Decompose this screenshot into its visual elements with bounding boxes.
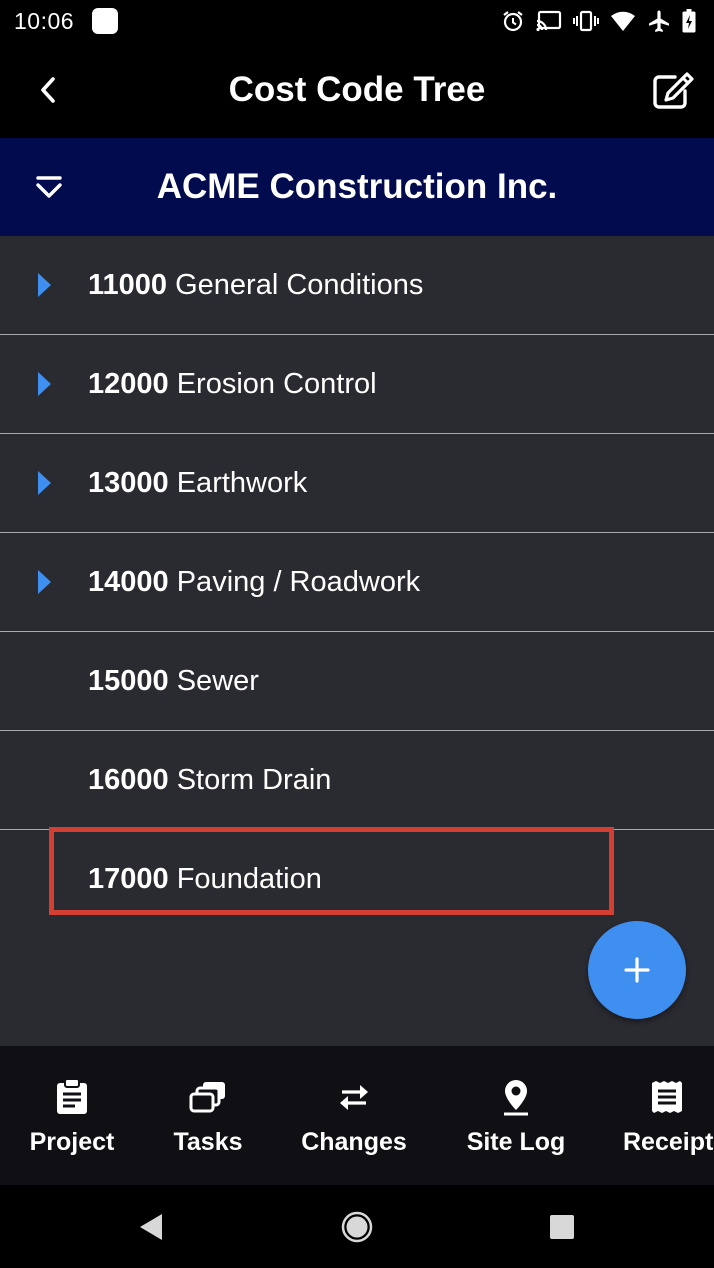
cost-code-text: 13000 Earthwork <box>88 467 307 500</box>
system-recents-button[interactable] <box>542 1209 582 1245</box>
cost-code-text: 16000 Storm Drain <box>88 764 331 797</box>
notification-square-icon <box>92 8 119 34</box>
edit-icon <box>653 72 694 109</box>
list-item[interactable]: 12000 Erosion Control <box>0 335 714 434</box>
home-circle-icon <box>341 1211 373 1243</box>
cost-code-name: Earthwork <box>176 466 308 499</box>
alarm-icon <box>503 11 523 32</box>
cost-code-text: 15000 Sewer <box>88 665 259 698</box>
cost-code-name: Foundation <box>176 863 322 895</box>
cost-code-name: Paving / Roadwork <box>176 565 421 598</box>
clipboard-icon <box>57 1079 87 1114</box>
status-bar: 10:06 <box>0 0 714 42</box>
nav-label: Receipt <box>623 1128 714 1156</box>
cost-code-list: 11000 General Conditions 12000 Erosion C… <box>0 236 714 929</box>
tasks-icon <box>189 1082 225 1113</box>
cost-code-name: Erosion Control <box>176 367 377 400</box>
cast-icon <box>536 10 562 32</box>
expand-arrow-icon[interactable] <box>36 569 52 595</box>
expand-arrow-icon[interactable] <box>36 371 52 397</box>
bottom-nav: Project Tasks Changes Site Log Receipt <box>0 1046 714 1185</box>
nav-label: Changes <box>301 1128 407 1156</box>
back-button[interactable] <box>28 70 68 110</box>
cost-code-text: 14000 Paving / Roadwork <box>88 566 420 599</box>
nav-item-tasks[interactable]: Tasks <box>163 1046 253 1185</box>
status-icons <box>501 9 696 33</box>
cost-code-text: 17000 Foundation <box>88 863 322 896</box>
nav-label: Project <box>29 1128 115 1156</box>
list-item[interactable]: 11000 General Conditions <box>0 236 714 335</box>
collapse-button[interactable] <box>30 170 68 206</box>
cost-code-number: 11000 <box>88 268 168 301</box>
wifi-icon <box>611 11 635 32</box>
company-name: ACME Construction Inc. <box>156 167 558 206</box>
nav-item-site-log[interactable]: Site Log <box>458 1046 574 1185</box>
app-bar: Cost Code Tree <box>0 42 714 138</box>
location-pin-icon <box>504 1080 528 1116</box>
system-home-button[interactable] <box>337 1209 377 1245</box>
cost-code-number: 15000 <box>88 664 169 697</box>
system-nav-bar <box>0 1185 714 1268</box>
swap-arrows-icon <box>340 1085 368 1110</box>
nav-label: Tasks <box>173 1128 243 1156</box>
company-header: ACME Construction Inc. <box>0 138 714 236</box>
cost-code-number: 13000 <box>88 466 169 499</box>
battery-icon <box>682 9 696 33</box>
cost-code-number: 16000 <box>88 763 169 796</box>
airplane-icon <box>649 10 669 32</box>
cost-code-text: 11000 General Conditions <box>88 269 423 302</box>
system-back-button[interactable] <box>130 1209 170 1245</box>
recents-square-icon <box>550 1215 574 1239</box>
expand-arrow-icon[interactable] <box>36 272 52 298</box>
nav-item-project[interactable]: Project <box>22 1046 122 1185</box>
cost-code-name: Storm Drain <box>176 763 332 796</box>
list-item[interactable]: 13000 Earthwork <box>0 434 714 533</box>
list-item[interactable]: 17000 Foundation <box>0 830 714 929</box>
vibrate-icon <box>573 10 599 32</box>
cost-code-text: 12000 Erosion Control <box>88 368 377 401</box>
nav-item-changes[interactable]: Changes <box>294 1046 414 1185</box>
back-triangle-icon <box>140 1214 162 1240</box>
status-time: 10:06 <box>14 7 75 34</box>
expand-arrow-icon[interactable] <box>36 470 52 496</box>
nav-label: Site Log <box>466 1128 566 1156</box>
screen: 10:06 Cost Code Tree ACME Construction I… <box>0 0 714 1268</box>
cost-code-number: 17000 <box>88 863 169 895</box>
cost-code-name: General Conditions <box>175 268 424 301</box>
receipt-icon <box>652 1081 682 1113</box>
page-title: Cost Code Tree <box>228 70 486 109</box>
edit-button[interactable] <box>650 68 696 114</box>
chevron-left-icon <box>41 77 55 103</box>
collapse-chevron-icon <box>36 176 62 198</box>
cost-code-number: 14000 <box>88 565 169 598</box>
cost-code-number: 12000 <box>88 367 169 400</box>
list-item[interactable]: 14000 Paving / Roadwork <box>0 533 714 632</box>
list-item[interactable]: 16000 Storm Drain <box>0 731 714 830</box>
cost-code-name: Sewer <box>176 664 259 697</box>
nav-item-receipt[interactable]: Receipt <box>620 1046 714 1185</box>
add-button[interactable] <box>588 921 686 1019</box>
list-item[interactable]: 15000 Sewer <box>0 632 714 731</box>
plus-icon <box>624 957 650 983</box>
